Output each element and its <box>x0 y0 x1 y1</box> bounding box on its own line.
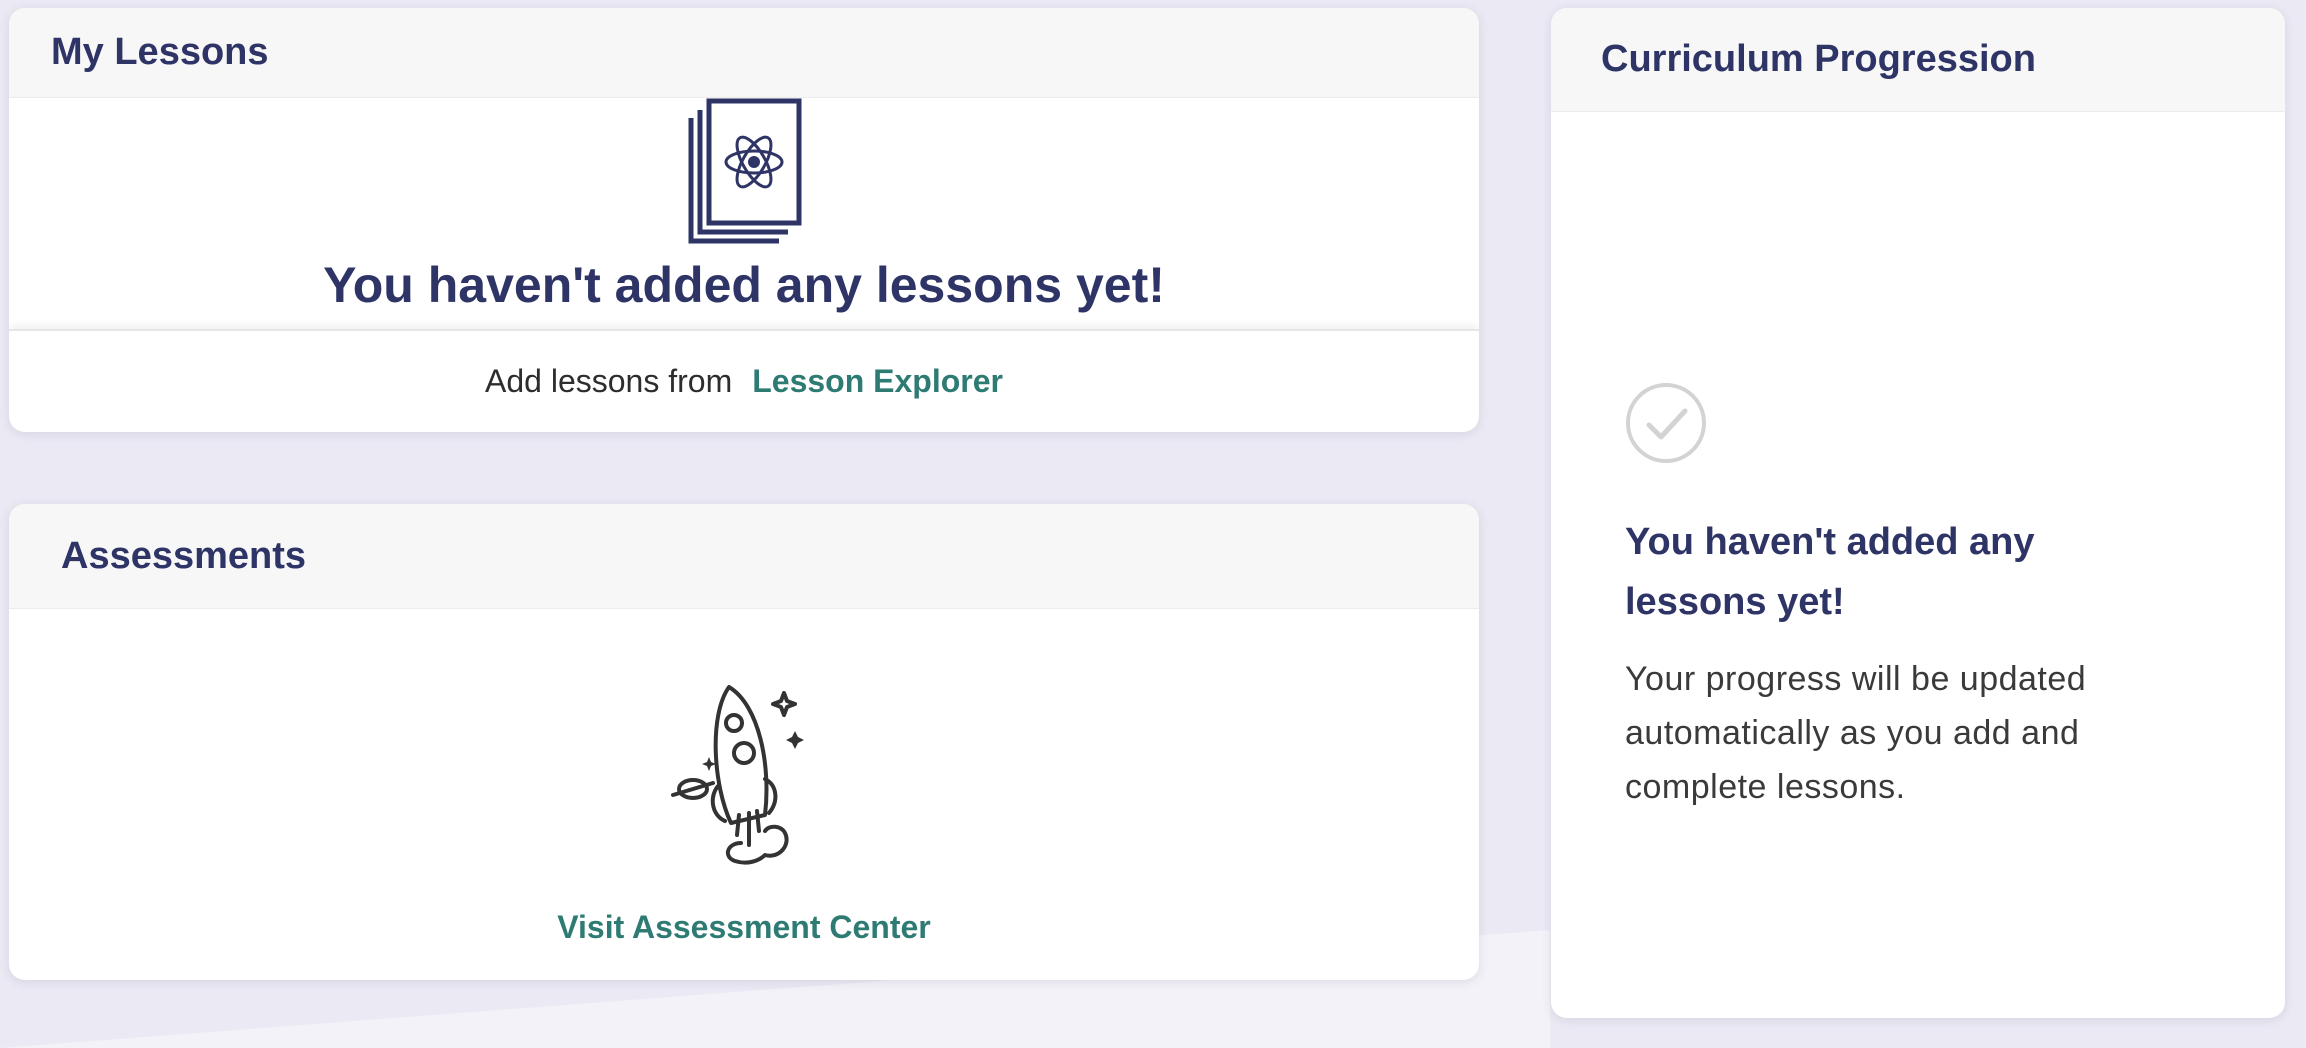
atom-book-stack-icon <box>688 98 802 244</box>
assessment-center-link-wrap: Visit Assessment Center <box>9 909 1479 946</box>
visit-assessment-center-link[interactable]: Visit Assessment Center <box>557 909 931 945</box>
lessons-empty-message: You haven't added any lessons yet! <box>323 257 1165 313</box>
check-circle-icon <box>1626 383 1706 463</box>
assessments-card: Assessments Visit Assessment Center <box>9 504 1479 980</box>
lesson-explorer-link[interactable]: Lesson Explorer <box>752 363 1003 400</box>
add-lessons-text: Add lessons from <box>485 363 733 399</box>
assessments-title: Assessments <box>61 534 307 577</box>
my-lessons-footer: Add lessons from Lesson Explorer <box>9 329 1479 432</box>
my-lessons-card: My Lessons You haven't added any lessons… <box>9 8 1479 432</box>
assessments-header: Assessments <box>9 504 1479 609</box>
my-lessons-header: My Lessons <box>9 8 1479 98</box>
curriculum-body: You haven't added any lessons yet! Your … <box>1551 112 2285 1018</box>
assessments-body: Visit Assessment Center <box>9 609 1479 980</box>
curriculum-title: Curriculum Progression <box>1601 38 2036 80</box>
rocket-icon <box>671 685 804 865</box>
curriculum-header: Curriculum Progression <box>1551 8 2285 112</box>
curriculum-empty-title: You haven't added any lessons yet! <box>1625 521 2035 623</box>
curriculum-description: Your progress will be updated automatica… <box>1625 660 2087 806</box>
my-lessons-body: You haven't added any lessons yet! <box>9 98 1479 329</box>
curriculum-progression-card: Curriculum Progression You haven't added… <box>1551 8 2285 1018</box>
my-lessons-title: My Lessons <box>51 31 269 73</box>
